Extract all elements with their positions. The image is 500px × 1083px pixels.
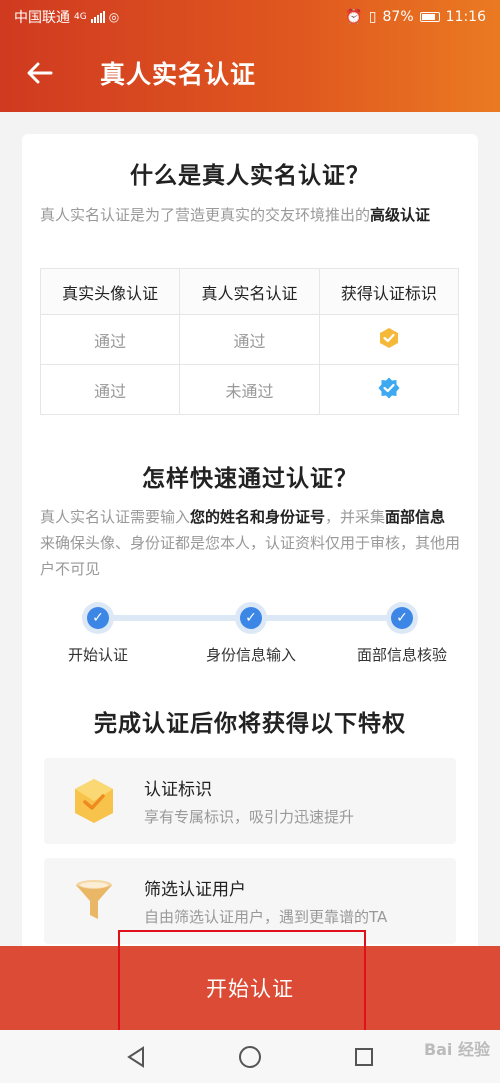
desc-text: 真人实名认证需要输入 xyxy=(40,508,191,526)
desc-text: 真人实名认证是为了营造更真实的交友环境推出的 xyxy=(40,206,371,224)
battery-percent: 87% xyxy=(382,9,414,25)
step-label: 面部信息核验 xyxy=(356,646,447,664)
funnel-icon xyxy=(76,880,112,919)
table-cell: 通过 xyxy=(39,364,181,415)
progress-steps: ✓ 开始认证 ✓ 身份信息输入 ✓ 面部信息核验 xyxy=(22,602,478,672)
nav-home-icon[interactable] xyxy=(238,1045,262,1069)
desc-text: ，并采集 xyxy=(325,508,386,526)
perk-item-badge: 认证标识 享有专属标识，吸引力迅速提升 xyxy=(44,758,456,844)
table-cell: 未通过 xyxy=(179,364,320,415)
step-start: ✓ 开始认证 xyxy=(28,602,168,665)
app-header: 真人实名认证 xyxy=(0,34,500,112)
watermark: Bai 经验 xyxy=(423,1040,490,1059)
table-header: 获得认证标识 xyxy=(318,268,460,315)
vibrate-icon: ▯ xyxy=(368,9,377,25)
table-cell: 通过 xyxy=(39,314,181,365)
check-icon: ✓ xyxy=(240,607,262,629)
section-title-how: 怎样快速通过认证？ xyxy=(142,466,358,492)
alarm-icon: ⏰ xyxy=(345,9,363,25)
desc-bold-text: 面部信息 xyxy=(385,508,446,526)
blue-badge-icon xyxy=(378,377,400,398)
table-cell xyxy=(318,314,460,365)
comparison-table: 真实头像认证 真人实名认证 获得认证标识 通过 通过 通过 未通过 xyxy=(39,268,460,415)
battery-icon xyxy=(419,12,440,22)
table-row: 通过 通过 xyxy=(39,314,460,365)
section-desc-what: 真人实名认证是为了营造更真实的交友环境推出的高级认证 xyxy=(22,202,478,228)
signal-icon xyxy=(90,11,105,23)
network-label: 4G xyxy=(74,12,87,22)
page-title: 真人实名认证 xyxy=(100,60,257,89)
gold-badge-icon xyxy=(379,327,398,348)
perk-title: 筛选认证用户 xyxy=(144,880,246,900)
section-title-perks: 完成认证后你将获得以下特权 xyxy=(94,711,406,737)
section-desc-how: 真人实名认证需要输入您的姓名和身份证号，并采集面部信息来确保头像、身份证都是您本… xyxy=(22,504,478,582)
start-verification-button[interactable]: 开始认证 xyxy=(0,946,500,1030)
nav-back-icon[interactable] xyxy=(125,1045,147,1068)
carrier-label: 中国联通 xyxy=(14,10,70,26)
perk-title: 认证标识 xyxy=(144,780,212,800)
desc-bold-text: 您的姓名和身份证号 xyxy=(190,508,326,526)
content-card: 什么是真人实名认证？ 真人实名认证是为了营造更真实的交友环境推出的高级认证 真实… xyxy=(22,134,478,954)
perk-desc: 自由筛选认证用户，遇到更靠谱的TA xyxy=(144,908,388,926)
step-face: ✓ 面部信息核验 xyxy=(332,602,472,665)
nav-recents-icon[interactable] xyxy=(353,1046,375,1068)
arrow-left-icon xyxy=(27,62,53,84)
desc-text: 来确保头像、身份证都是您本人，认证资料仅用于审核，其他用户不可见 xyxy=(40,534,461,578)
perk-item-filter: 筛选认证用户 自由筛选认证用户，遇到更靠谱的TA xyxy=(44,858,456,944)
table-header-row: 真实头像认证 真人实名认证 获得认证标识 xyxy=(39,268,460,315)
status-bar: 中国联通 4G ◎ ⏰ ▯ 87% 11:16 xyxy=(0,0,500,34)
back-button[interactable] xyxy=(0,34,80,112)
table-cell: 通过 xyxy=(179,314,320,365)
table-header: 真实头像认证 xyxy=(39,268,181,315)
table-cell xyxy=(318,364,460,415)
check-icon: ✓ xyxy=(87,607,109,629)
step-label: 开始认证 xyxy=(67,646,128,664)
perk-desc: 享有专属标识，吸引力迅速提升 xyxy=(144,808,355,826)
table-row: 通过 未通过 xyxy=(39,364,460,415)
hexagon-check-icon xyxy=(75,779,113,823)
table-header: 真人实名认证 xyxy=(179,268,320,315)
check-icon: ✓ xyxy=(391,607,413,629)
step-label: 身份信息输入 xyxy=(205,646,296,664)
step-identity: ✓ 身份信息输入 xyxy=(181,602,321,665)
section-title-what: 什么是真人实名认证？ xyxy=(130,163,370,189)
desc-bold-text: 高级认证 xyxy=(370,206,431,224)
hotspot-icon: ◎ xyxy=(108,10,120,24)
clock: 11:16 xyxy=(445,9,486,25)
